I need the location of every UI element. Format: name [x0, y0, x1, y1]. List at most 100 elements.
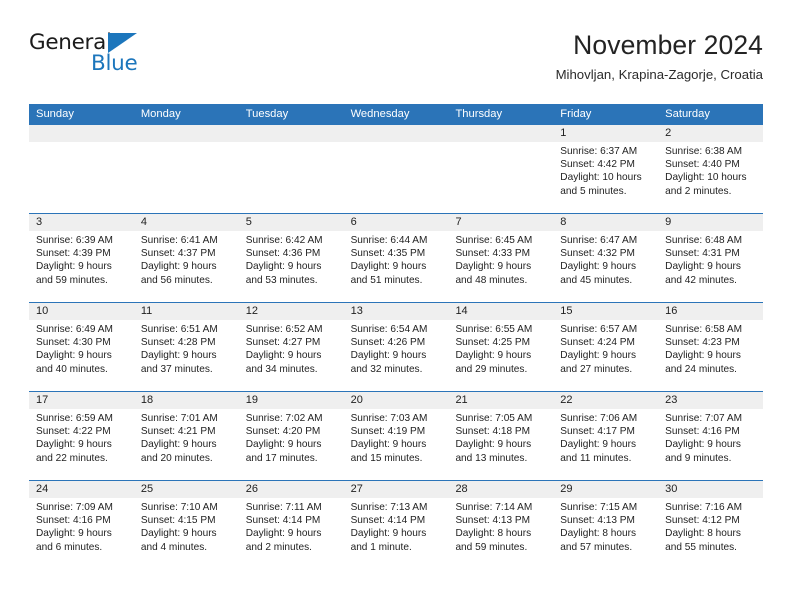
day-cell-20[interactable]: 20 Sunrise: 7:03 AM Sunset: 4:19 PM Dayligh…	[343, 392, 449, 480]
day-detail-line: Daylight: 8 hours	[665, 528, 741, 540]
day-number	[133, 125, 239, 142]
day-detail-line: Daylight: 9 hours	[140, 528, 217, 540]
day-detail-line: Sunset: 4:28 PM	[140, 337, 216, 349]
day-detail-line: and 6 minutes.	[36, 541, 103, 553]
day-number: 14	[448, 303, 554, 320]
day-detail-line: and 24 minutes.	[665, 363, 737, 375]
day-cell-14[interactable]: 14 Sunrise: 6:55 AM Sunset: 4:25 PM Dayligh…	[448, 303, 554, 391]
day-cell-5[interactable]: 5 Sunrise: 6:42 AM Sunset: 4:36 PM Daylight…	[238, 214, 344, 302]
day-detail-line: Sunrise: 6:51 AM	[140, 324, 218, 335]
day-details: Sunrise: 7:13 AM Sunset: 4:14 PM Daylight:…	[344, 498, 449, 554]
day-detail-line: Sunset: 4:32 PM	[560, 248, 635, 260]
day-detail-line: Sunrise: 6:41 AM	[140, 235, 218, 246]
day-cell-6[interactable]: 6 Sunrise: 6:44 AM Sunset: 4:35 PM Daylight…	[343, 214, 449, 302]
day-detail-line: Sunset: 4:16 PM	[665, 426, 740, 438]
day-details	[448, 142, 553, 145]
day-details: Sunrise: 7:06 AM Sunset: 4:17 PM Daylight:…	[553, 409, 658, 465]
day-cell-12[interactable]: 12 Sunrise: 6:52 AM Sunset: 4:27 PM Dayligh…	[238, 303, 344, 391]
day-number: 12	[238, 303, 344, 320]
day-detail-line: Sunrise: 6:48 AM	[665, 235, 743, 246]
day-cell-2[interactable]: 2 Sunrise: 6:38 AM Sunset: 4:40 PM Daylight…	[658, 125, 764, 213]
day-detail-line: Sunrise: 6:39 AM	[36, 235, 113, 246]
day-detail-line: Sunset: 4:37 PM	[140, 248, 216, 260]
day-detail-line: Sunrise: 7:11 AM	[245, 502, 322, 513]
day-detail-line: Daylight: 9 hours	[36, 350, 112, 362]
day-cell-8[interactable]: 8 Sunrise: 6:47 AM Sunset: 4:32 PM Daylight…	[553, 214, 659, 302]
day-detail-line: and 1 minute.	[350, 541, 412, 553]
weekday-header-row: Sunday Monday Tuesday Wednesday Thursday Frid…	[29, 104, 763, 125]
day-detail-line: Daylight: 9 hours	[665, 261, 741, 273]
day-detail-line: Sunrise: 6:45 AM	[455, 235, 533, 246]
day-detail-line: Sunrise: 6:55 AM	[455, 324, 533, 335]
day-detail-line: Sunset: 4:13 PM	[455, 515, 531, 527]
day-detail-line: Sunrise: 6:37 AM	[560, 146, 638, 157]
day-detail-line: Sunset: 4:27 PM	[245, 337, 321, 349]
day-detail-line: and 2 minutes.	[665, 185, 732, 197]
day-cell-21[interactable]: 21 Sunrise: 7:05 AM Sunset: 4:18 PM Dayligh…	[448, 392, 554, 480]
day-detail-line: Sunset: 4:25 PM	[455, 337, 531, 349]
day-detail-line: Sunset: 4:14 PM	[245, 515, 321, 527]
day-details: Sunrise: 6:45 AM Sunset: 4:33 PM Daylight:…	[448, 231, 553, 287]
day-number: 4	[133, 214, 239, 231]
day-detail-line: Daylight: 9 hours	[350, 350, 427, 362]
day-number: 13	[343, 303, 449, 320]
weekday-header-saturday: Saturday	[665, 108, 710, 120]
day-detail-line: Daylight: 10 hours	[560, 172, 642, 184]
day-number: 25	[133, 481, 239, 498]
day-cell-25[interactable]: 25 Sunrise: 7:10 AM Sunset: 4:15 PM Dayligh…	[133, 481, 239, 569]
day-cell-11[interactable]: 11 Sunrise: 6:51 AM Sunset: 4:28 PM Dayligh…	[133, 303, 239, 391]
day-detail-line: Daylight: 9 hours	[245, 439, 322, 451]
day-details: Sunrise: 6:55 AM Sunset: 4:25 PM Daylight:…	[448, 320, 553, 376]
day-cell-16[interactable]: 16 Sunrise: 6:58 AM Sunset: 4:23 PM Dayligh…	[658, 303, 764, 391]
day-cell-22[interactable]: 22 Sunrise: 7:06 AM Sunset: 4:17 PM Dayligh…	[553, 392, 659, 480]
day-detail-line: and 17 minutes.	[245, 452, 318, 464]
day-details: Sunrise: 6:58 AM Sunset: 4:23 PM Daylight:…	[658, 320, 763, 376]
day-number: 26	[238, 481, 344, 498]
day-detail-line: Daylight: 9 hours	[140, 439, 217, 451]
day-cell-30[interactable]: 30 Sunrise: 7:16 AM Sunset: 4:12 PM Dayligh…	[658, 481, 764, 569]
day-detail-line: Daylight: 9 hours	[455, 439, 532, 451]
day-cell-3[interactable]: 3 Sunrise: 6:39 AM Sunset: 4:39 PM Daylight…	[29, 214, 134, 302]
day-detail-line: and 51 minutes.	[350, 274, 423, 286]
day-cell-19[interactable]: 19 Sunrise: 7:02 AM Sunset: 4:20 PM Dayligh…	[238, 392, 344, 480]
day-detail-line: and 5 minutes.	[560, 185, 627, 197]
day-detail-line: Sunset: 4:16 PM	[36, 515, 111, 527]
day-cell-4[interactable]: 4 Sunrise: 6:41 AM Sunset: 4:37 PM Daylight…	[133, 214, 239, 302]
day-number: 11	[133, 303, 239, 320]
day-detail-line: and 53 minutes.	[245, 274, 318, 286]
day-cell-13[interactable]: 13 Sunrise: 6:54 AM Sunset: 4:26 PM Dayligh…	[343, 303, 449, 391]
day-detail-line: Sunrise: 6:54 AM	[350, 324, 428, 335]
day-cell-15[interactable]: 15 Sunrise: 6:57 AM Sunset: 4:24 PM Dayligh…	[553, 303, 659, 391]
day-cell-10[interactable]: 10 Sunrise: 6:49 AM Sunset: 4:30 PM Dayligh…	[29, 303, 134, 391]
day-detail-line: Sunrise: 6:59 AM	[36, 413, 113, 424]
day-detail-line: Sunset: 4:12 PM	[665, 515, 740, 527]
day-number: 22	[553, 392, 659, 409]
day-cell-empty	[448, 125, 554, 213]
day-cell-26[interactable]: 26 Sunrise: 7:11 AM Sunset: 4:14 PM Dayligh…	[238, 481, 344, 569]
calendar-page: General Blue November 2024 Mihovljan, Kr…	[0, 0, 792, 612]
day-cell-9[interactable]: 9 Sunrise: 6:48 AM Sunset: 4:31 PM Daylight…	[658, 214, 764, 302]
day-detail-line: and 37 minutes.	[140, 363, 213, 375]
weekday-header-sunday: Sunday	[36, 108, 74, 120]
day-cell-24[interactable]: 24 Sunrise: 7:09 AM Sunset: 4:16 PM Dayligh…	[29, 481, 134, 569]
day-detail-line: Sunrise: 6:58 AM	[665, 324, 743, 335]
day-cell-18[interactable]: 18 Sunrise: 7:01 AM Sunset: 4:21 PM Dayligh…	[133, 392, 239, 480]
title-block: November 2024 Mihovljan, Krapina-Zagorje…	[556, 30, 763, 83]
day-details: Sunrise: 6:39 AM Sunset: 4:39 PM Daylight:…	[29, 231, 134, 287]
day-detail-line: Daylight: 9 hours	[245, 261, 322, 273]
day-cell-28[interactable]: 28 Sunrise: 7:14 AM Sunset: 4:13 PM Dayligh…	[448, 481, 554, 569]
day-detail-line: Daylight: 9 hours	[245, 528, 322, 540]
day-detail-line: and 55 minutes.	[665, 541, 737, 553]
day-detail-line: and 59 minutes.	[455, 541, 528, 553]
day-number: 28	[448, 481, 554, 498]
day-cell-27[interactable]: 27 Sunrise: 7:13 AM Sunset: 4:14 PM Dayligh…	[343, 481, 449, 569]
day-details: Sunrise: 6:51 AM Sunset: 4:28 PM Daylight:…	[134, 320, 239, 376]
day-cell-23[interactable]: 23 Sunrise: 7:07 AM Sunset: 4:16 PM Dayligh…	[658, 392, 764, 480]
day-number: 27	[343, 481, 449, 498]
day-cell-1[interactable]: 1 Sunrise: 6:37 AM Sunset: 4:42 PM Daylight…	[553, 125, 659, 213]
day-cell-29[interactable]: 29 Sunrise: 7:15 AM Sunset: 4:13 PM Dayligh…	[553, 481, 659, 569]
calendar-week-row: 3 Sunrise: 6:39 AM Sunset: 4:39 PM Daylight…	[29, 213, 764, 302]
day-cell-7[interactable]: 7 Sunrise: 6:45 AM Sunset: 4:33 PM Daylight…	[448, 214, 554, 302]
day-cell-17[interactable]: 17 Sunrise: 6:59 AM Sunset: 4:22 PM Dayligh…	[29, 392, 134, 480]
day-number: 15	[553, 303, 659, 320]
